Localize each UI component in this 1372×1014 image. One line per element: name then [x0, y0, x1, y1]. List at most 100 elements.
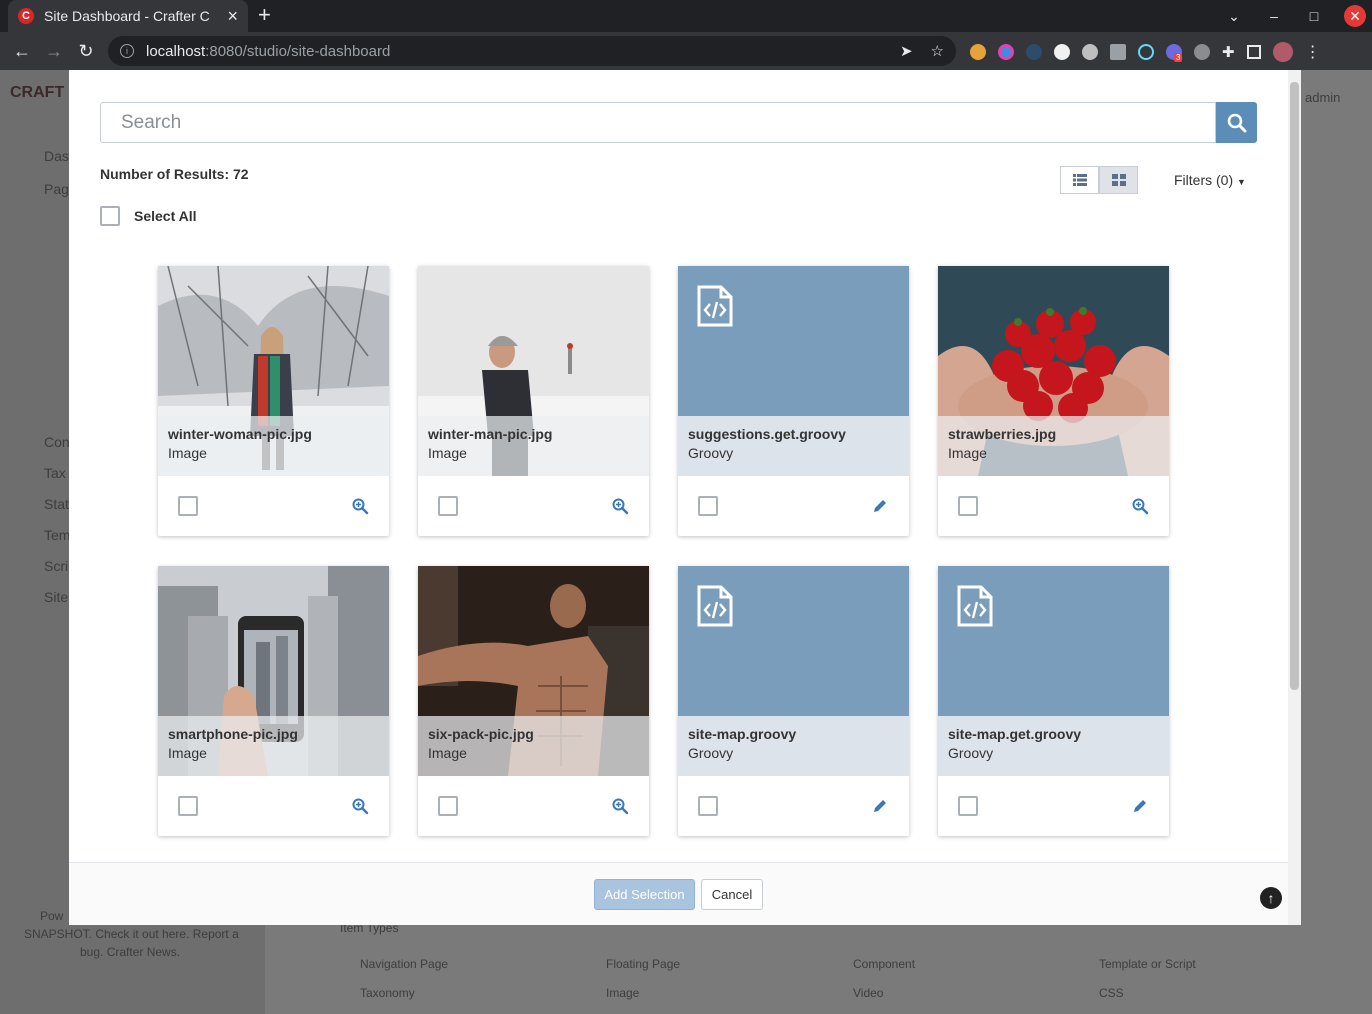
- zoom-icon[interactable]: [351, 497, 369, 515]
- bg-nav-item: Das: [44, 148, 69, 164]
- scroll-to-top-icon[interactable]: ↑: [1260, 887, 1282, 909]
- bg-footer-text: Pow: [40, 909, 64, 923]
- view-toggle: [1060, 166, 1138, 194]
- site-info-icon[interactable]: i: [120, 44, 134, 58]
- item-checkbox[interactable]: [438, 796, 458, 816]
- bookmark-star-icon[interactable]: ☆: [931, 42, 944, 60]
- dialog-scrollbar[interactable]: [1288, 70, 1301, 925]
- badge-extension-icon[interactable]: 3: [1166, 44, 1183, 62]
- item-checkbox[interactable]: [178, 796, 198, 816]
- vue-extension-icon[interactable]: [1110, 44, 1126, 60]
- item-type: Taxonomy: [360, 986, 415, 1000]
- result-card[interactable]: strawberries.jpg Image: [938, 266, 1169, 536]
- zoom-icon[interactable]: [611, 797, 629, 815]
- select-all[interactable]: Select All: [100, 206, 197, 226]
- new-tab-button[interactable]: +: [258, 4, 271, 26]
- item-checkbox[interactable]: [698, 796, 718, 816]
- maximize-button[interactable]: □: [1294, 8, 1334, 24]
- item-caption: suggestions.get.groovy Groovy: [678, 416, 909, 476]
- search-button[interactable]: [1216, 102, 1257, 143]
- result-card[interactable]: site-map.get.groovy Groovy: [938, 566, 1169, 836]
- result-card[interactable]: suggestions.get.groovy Groovy: [678, 266, 909, 536]
- close-window-button[interactable]: ✕: [1344, 5, 1366, 27]
- item-type: Image: [948, 445, 987, 461]
- cookie-extension-icon[interactable]: [970, 44, 986, 60]
- result-card[interactable]: site-map.groovy Groovy: [678, 566, 909, 836]
- tab-close-icon[interactable]: ×: [227, 7, 238, 25]
- search-placeholder: Search: [121, 111, 182, 133]
- bg-nav-item: Stat: [44, 496, 69, 512]
- pencil-icon[interactable]: [871, 797, 889, 815]
- select-all-checkbox[interactable]: [100, 206, 120, 226]
- item-type: Image: [168, 745, 207, 761]
- item-name: strawberries.jpg: [948, 426, 1057, 442]
- zoom-icon[interactable]: [351, 797, 369, 815]
- address-bar[interactable]: i localhost:8080/studio/site-dashboard ➤…: [108, 36, 956, 66]
- send-icon[interactable]: ➤: [900, 42, 913, 60]
- scrollbar-thumb[interactable]: [1290, 82, 1299, 690]
- item-checkbox[interactable]: [958, 496, 978, 516]
- gear-extension-icon[interactable]: [1082, 44, 1098, 60]
- item-type: Image: [168, 445, 207, 461]
- sidepanel-icon[interactable]: [1246, 45, 1261, 59]
- circle-extension-icon[interactable]: [1054, 44, 1070, 60]
- zoom-icon[interactable]: [611, 497, 629, 515]
- browse-dialog: Search Number of Results: 72 Filters (0)…: [69, 70, 1301, 925]
- dialog-footer: Add Selection Cancel: [69, 862, 1288, 925]
- item-checkbox[interactable]: [438, 496, 458, 516]
- item-type: Groovy: [688, 445, 734, 461]
- color-extension-icon[interactable]: [998, 44, 1014, 60]
- extensions-bar: 3 ✚ ⋮: [970, 42, 1321, 62]
- pencil-icon[interactable]: [871, 497, 889, 515]
- item-checkbox[interactable]: [958, 796, 978, 816]
- result-card[interactable]: winter-man-pic.jpg Image: [418, 266, 649, 536]
- browser-tab[interactable]: C Site Dashboard - Crafter C ×: [8, 0, 248, 32]
- result-card[interactable]: winter-woman-pic.jpg Image: [158, 266, 389, 536]
- result-card[interactable]: smartphone-pic.jpg Image: [158, 566, 389, 836]
- add-selection-button[interactable]: Add Selection: [594, 879, 695, 910]
- filters-dropdown[interactable]: Filters (0) ▼: [1174, 172, 1246, 188]
- item-name: winter-woman-pic.jpg: [168, 426, 312, 442]
- results-grid: winter-woman-pic.jpg Image winter-man-pi…: [158, 266, 1169, 836]
- list-view-icon: [1072, 174, 1087, 186]
- search-input[interactable]: Search: [100, 102, 1216, 143]
- reload-icon[interactable]: ↻: [70, 41, 102, 62]
- puzzle-extensions-icon[interactable]: ✚: [1222, 43, 1235, 61]
- list-view-button[interactable]: [1060, 166, 1099, 194]
- chrome-menu-icon[interactable]: ⋮: [1305, 42, 1321, 62]
- item-name: winter-man-pic.jpg: [428, 426, 553, 442]
- cancel-button[interactable]: Cancel: [701, 879, 763, 910]
- minimize-button[interactable]: –: [1254, 8, 1294, 24]
- item-caption: site-map.get.groovy Groovy: [938, 716, 1169, 776]
- extension-badge: 3: [1174, 53, 1183, 62]
- pencil-icon[interactable]: [1131, 797, 1149, 815]
- item-checkbox[interactable]: [698, 496, 718, 516]
- result-card[interactable]: six-pack-pic.jpg Image: [418, 566, 649, 836]
- item-type: Image: [606, 986, 640, 1000]
- item-caption: winter-man-pic.jpg Image: [418, 416, 649, 476]
- react-extension-icon[interactable]: [1138, 44, 1154, 60]
- item-name: site-map.groovy: [688, 726, 797, 742]
- results-count: Number of Results: 72: [100, 166, 249, 182]
- back-icon[interactable]: ←: [6, 41, 38, 62]
- tab-search-icon[interactable]: ⌄: [1214, 8, 1254, 25]
- item-name: suggestions.get.groovy: [688, 426, 846, 442]
- profile-avatar[interactable]: [1272, 42, 1293, 62]
- item-caption: six-pack-pic.jpg Image: [418, 716, 649, 776]
- item-type: CSS: [1099, 986, 1124, 1000]
- item-checkbox[interactable]: [178, 496, 198, 516]
- code-file-icon: [957, 585, 993, 627]
- crafter-logo: CRAFT: [10, 84, 65, 101]
- forward-icon[interactable]: →: [38, 41, 70, 62]
- bg-nav-item: Site: [44, 589, 69, 605]
- leaf-extension-icon[interactable]: [1026, 44, 1042, 60]
- item-type: Groovy: [688, 745, 734, 761]
- bg-footer-text: bug. Crafter News.: [80, 945, 181, 959]
- caret-down-icon: ▼: [1237, 177, 1246, 187]
- tab-title: Site Dashboard - Crafter C: [44, 8, 210, 24]
- zoom-icon[interactable]: [1131, 497, 1149, 515]
- item-type: Groovy: [948, 745, 994, 761]
- grid-view-button[interactable]: [1099, 166, 1138, 194]
- item-name: site-map.get.groovy: [948, 726, 1082, 742]
- gray-extension-icon[interactable]: [1194, 44, 1210, 60]
